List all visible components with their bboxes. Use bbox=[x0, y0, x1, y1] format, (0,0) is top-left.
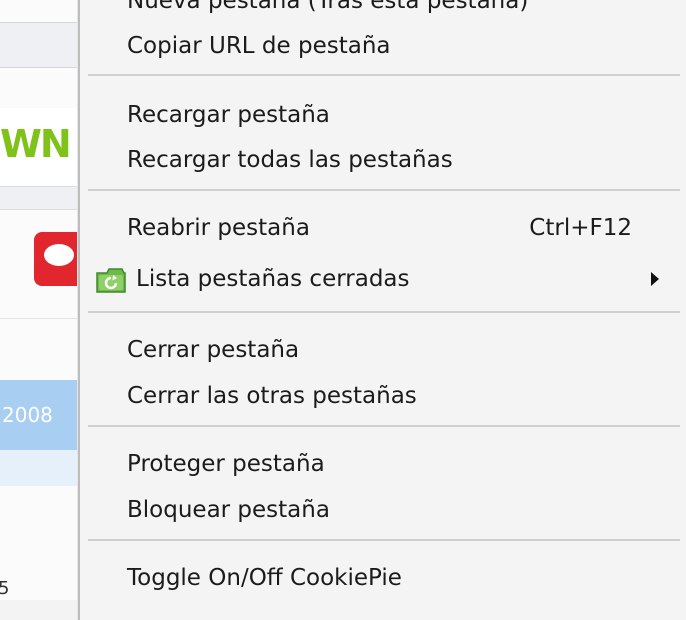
background-text-fragment: 5 bbox=[0, 578, 10, 599]
menu-item-label: Bloquear pestaña bbox=[127, 497, 330, 523]
menu-separator bbox=[88, 539, 680, 541]
menu-item-label: Cerrar pestaña bbox=[127, 337, 300, 363]
menu-separator bbox=[88, 425, 680, 427]
menu-item-label: Toggle On/Off CookiePie bbox=[127, 565, 402, 591]
menu-item-reload-tab[interactable]: Recargar pestaña bbox=[80, 94, 680, 136]
background-row bbox=[0, 450, 78, 486]
menu-item-reload-all-tabs[interactable]: Recargar todas las pestañas bbox=[80, 139, 680, 181]
submenu-arrow-icon bbox=[651, 272, 659, 286]
background-bar bbox=[0, 186, 78, 210]
closed-tabs-list-icon bbox=[94, 264, 128, 294]
menu-separator bbox=[88, 189, 680, 191]
menu-item-label: Lista pestañas cerradas bbox=[136, 266, 410, 292]
menu-item-closed-tabs-list[interactable]: Lista pestañas cerradas bbox=[80, 258, 680, 300]
menu-item-close-other-tabs[interactable]: Cerrar las otras pestañas bbox=[80, 375, 680, 417]
chat-bubble-shape bbox=[44, 244, 74, 266]
background-logo-fragment: WN bbox=[0, 122, 72, 166]
background-divider bbox=[0, 318, 78, 319]
menu-item-label: Cerrar las otras pestañas bbox=[127, 383, 417, 409]
menu-item-copy-tab-url[interactable]: Copiar URL de pestaña bbox=[80, 25, 680, 67]
menu-item-label: Recargar pestaña bbox=[127, 102, 330, 128]
background-bar bbox=[0, 22, 78, 68]
menu-item-label: Nueva pestaña (Tras esta pestaña) bbox=[127, 0, 529, 14]
menu-item-shortcut: Ctrl+F12 bbox=[529, 215, 632, 241]
menu-item-protect-tab[interactable]: Proteger pestaña bbox=[80, 443, 680, 485]
menu-item-new-tab-after[interactable]: Nueva pestaña (Tras esta pestaña) bbox=[80, 0, 680, 22]
menu-item-label: Reabrir pestaña bbox=[127, 215, 310, 241]
menu-item-lock-tab[interactable]: Bloquear pestaña bbox=[80, 489, 680, 531]
menu-item-label: Recargar todas las pestañas bbox=[127, 147, 453, 173]
tab-context-menu: Nueva pestaña (Tras esta pestaña) Copiar… bbox=[78, 0, 686, 620]
background-page: WN 2008 5 bbox=[0, 0, 78, 600]
menu-separator bbox=[88, 311, 680, 313]
menu-item-label: Proteger pestaña bbox=[127, 451, 325, 477]
background-selected-row: 2008 bbox=[0, 380, 78, 450]
menu-item-label: Copiar URL de pestaña bbox=[127, 33, 391, 59]
menu-item-reopen-tab[interactable]: Reabrir pestaña Ctrl+F12 bbox=[80, 207, 680, 249]
menu-separator bbox=[88, 74, 680, 76]
menu-item-close-tab[interactable]: Cerrar pestaña bbox=[80, 329, 680, 371]
menu-item-toggle-cookiepie[interactable]: Toggle On/Off CookiePie bbox=[80, 557, 680, 599]
